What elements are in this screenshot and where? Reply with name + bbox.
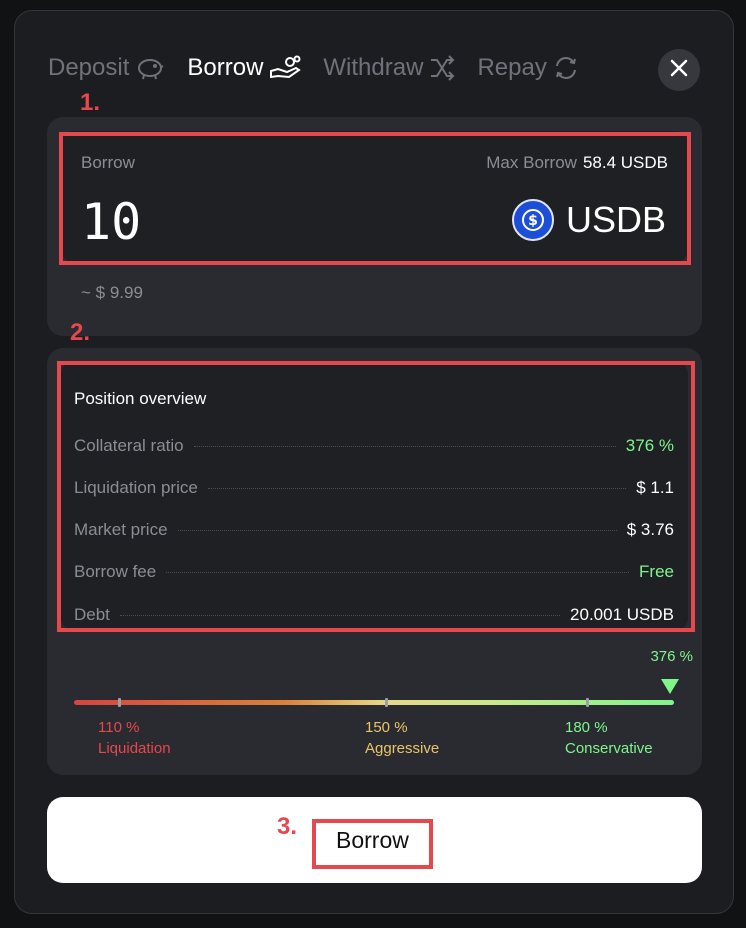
legend-label: Conservative — [565, 740, 653, 757]
borrow-amount-input[interactable]: 10 — [81, 193, 141, 251]
usd-estimate: ~ $ 9.99 — [81, 283, 143, 302]
legend-conservative: 180 % Conservative — [565, 717, 653, 759]
position-card: Position overview Collateral ratio 376 %… — [47, 348, 702, 775]
gauge-pointer-icon — [661, 679, 679, 694]
borrow-input-box[interactable]: Borrow Max Borrow 58.4 USDB 10 $ USDB — [61, 131, 688, 262]
row-label: Debt — [74, 605, 110, 624]
legend-pct: 150 % — [365, 719, 408, 736]
tab-withdraw[interactable]: Withdraw — [323, 54, 455, 82]
tab-withdraw-label: Withdraw — [323, 54, 424, 81]
row-value: 376 % — [625, 436, 674, 455]
tab-borrow-label: Borrow — [187, 54, 264, 81]
position-overview: Position overview Collateral ratio 376 %… — [61, 362, 688, 630]
shuffle-icon — [429, 55, 455, 81]
overview-row-collateral-ratio: Collateral ratio 376 % — [74, 434, 674, 458]
hand-coins-icon — [269, 55, 302, 81]
gauge-current-value: 376 % — [650, 648, 693, 665]
overview-row-liquidation-price: Liquidation price $ 1.1 — [74, 476, 674, 500]
gauge-tick-conservative — [586, 698, 589, 707]
legend-liquidation: 110 % Liquidation — [98, 717, 171, 759]
position-overview-title: Position overview — [74, 389, 207, 408]
row-label: Collateral ratio — [74, 436, 184, 455]
collateral-ratio-gauge — [74, 700, 674, 705]
overview-row-borrow-fee: Borrow fee Free — [74, 560, 674, 584]
row-leader — [177, 529, 617, 531]
max-borrow-value: 58.4 USDB — [582, 153, 668, 172]
row-leader — [207, 487, 627, 489]
borrow-submit-button[interactable]: Borrow — [47, 797, 702, 883]
annotation-step-2: 2. — [70, 319, 91, 346]
borrow-modal: Deposit Borrow Withdraw Repay 1. Borrow … — [14, 10, 734, 914]
close-icon — [670, 59, 688, 82]
token-selector: $ USDB — [511, 199, 666, 241]
tab-repay-label: Repay — [477, 54, 547, 81]
token-symbol: USDB — [565, 199, 666, 240]
row-leader — [193, 445, 616, 447]
row-leader — [166, 571, 630, 573]
usdb-token-icon: $ — [511, 199, 554, 241]
legend-label: Aggressive — [365, 740, 440, 757]
overview-row-market-price: Market price $ 3.76 — [74, 518, 674, 542]
max-borrow-label: Max Borrow — [486, 153, 577, 172]
row-value: Free — [639, 562, 674, 581]
action-tabs: Deposit Borrow Withdraw Repay — [48, 54, 601, 82]
svg-text:$: $ — [528, 213, 538, 229]
row-value: $ 3.76 — [626, 520, 674, 539]
annotation-step-1: 1. — [80, 89, 101, 116]
piggy-bank-icon — [135, 55, 165, 81]
gauge-tick-liquidation — [118, 698, 121, 707]
borrow-input-card: Borrow Max Borrow 58.4 USDB 10 $ USDB ~ $… — [47, 117, 702, 336]
tab-deposit[interactable]: Deposit — [48, 54, 165, 82]
legend-aggressive: 150 % Aggressive — [365, 717, 439, 759]
refresh-icon — [553, 55, 579, 81]
row-value: $ 1.1 — [636, 478, 674, 497]
annotation-step-3: 3. — [277, 813, 298, 840]
legend-label: Liquidation — [98, 740, 171, 757]
tab-borrow[interactable]: Borrow — [187, 54, 302, 82]
borrow-submit-label: Borrow — [336, 827, 409, 853]
row-leader — [119, 614, 561, 616]
row-value: 20.001 USDB — [570, 605, 674, 624]
tab-repay[interactable]: Repay — [477, 54, 578, 82]
row-label: Borrow fee — [74, 562, 157, 581]
close-button[interactable] — [658, 49, 700, 91]
tab-deposit-label: Deposit — [48, 54, 130, 81]
row-label: Liquidation price — [74, 478, 198, 497]
legend-pct: 180 % — [565, 719, 608, 736]
row-label: Market price — [74, 520, 168, 539]
max-borrow[interactable]: Max Borrow 58.4 USDB — [486, 153, 668, 173]
overview-row-debt: Debt 20.001 USDB — [74, 603, 674, 627]
gauge-tick-aggressive — [385, 698, 388, 707]
borrow-input-label: Borrow — [81, 153, 135, 172]
legend-pct: 110 % — [98, 719, 140, 736]
